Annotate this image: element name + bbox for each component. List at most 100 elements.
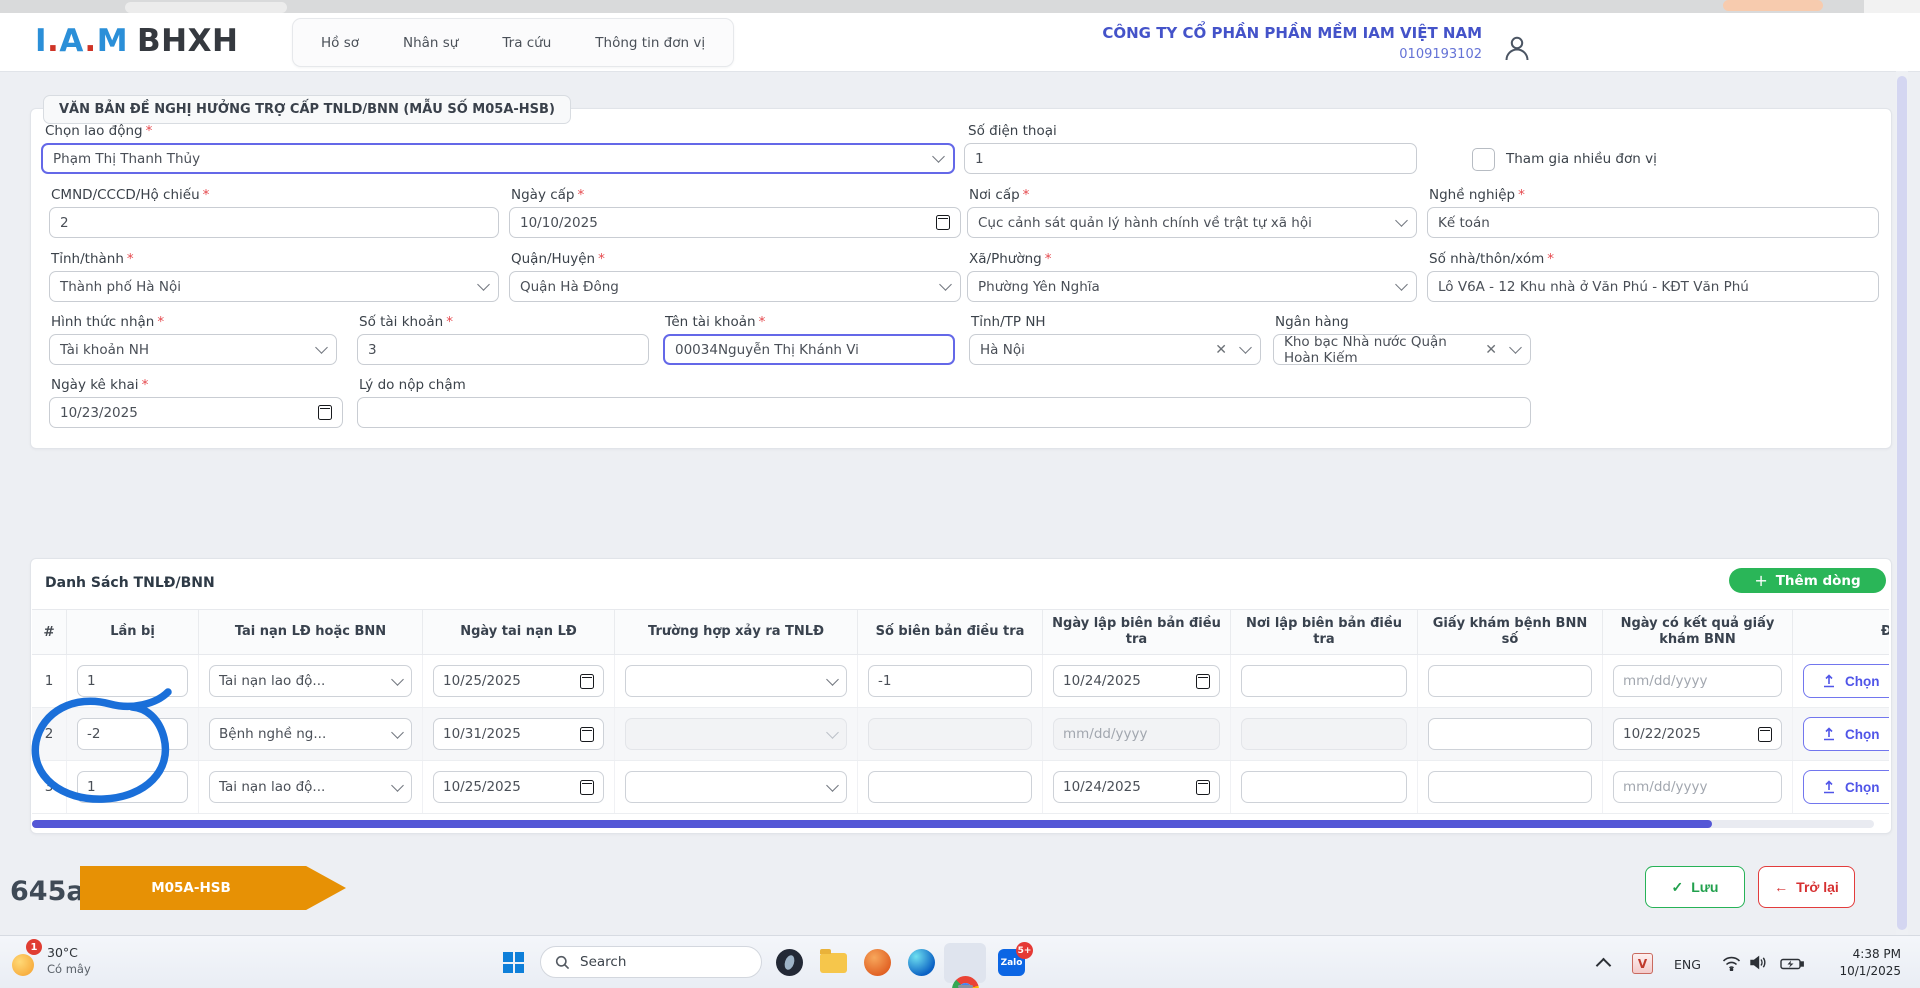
- giay-kham-input[interactable]: [1438, 779, 1582, 795]
- tinh-tp-nh-select[interactable]: Hà Nội ✕: [969, 334, 1261, 365]
- battery-charging-icon[interactable]: [1780, 958, 1804, 970]
- hinh-thuc-nhan-select[interactable]: Tài khoản NH: [49, 334, 337, 365]
- nav-ho-so[interactable]: Hồ sơ: [321, 35, 359, 51]
- weather-icon[interactable]: [12, 954, 34, 976]
- label-tinh-thanh: Tỉnh/thành *: [51, 251, 134, 267]
- weather-temperature[interactable]: 30°C: [47, 945, 78, 960]
- weather-description[interactable]: Có mây: [47, 962, 91, 976]
- loai-select[interactable]: Tai nạn lao độ...: [209, 771, 412, 803]
- plus-icon: +: [1754, 570, 1768, 590]
- tray-chevron-up-icon[interactable]: [1595, 957, 1612, 974]
- vietnamese-ime-icon[interactable]: V: [1632, 953, 1653, 974]
- loai-select[interactable]: Bệnh nghề ng...: [209, 718, 412, 750]
- quan-huyen-select[interactable]: Quận Hà Đông: [509, 271, 961, 302]
- noi-lap-input[interactable]: [1251, 673, 1397, 689]
- ten-tai-khoan-input[interactable]: [675, 341, 943, 358]
- calendar-icon[interactable]: [580, 779, 594, 795]
- giay-kham-input[interactable]: [1438, 673, 1582, 689]
- xa-phuong-select[interactable]: Phường Yên Nghĩa: [967, 271, 1417, 302]
- label-nghe-nghiep: Nghề nghiệp *: [1429, 187, 1525, 203]
- label-ngan-hang: Ngân hàng: [1275, 314, 1349, 330]
- browser-extension-pill: [1723, 0, 1823, 11]
- multi-unit-checkbox[interactable]: [1472, 148, 1495, 171]
- ngay-tai-nan-date[interactable]: 10/25/2025: [433, 771, 604, 803]
- taskbar: 1 30°C Có mây Search Zalo 5+ V ENG 4:38 …: [0, 935, 1920, 988]
- app-logo[interactable]: I.A.M BHXH: [35, 26, 238, 57]
- speaker-icon[interactable]: [1750, 955, 1767, 970]
- clear-icon[interactable]: ✕: [1215, 343, 1227, 357]
- nav-nhan-su[interactable]: Nhân sự: [403, 35, 458, 51]
- lan-bi-input[interactable]: [87, 779, 178, 795]
- nav-thong-tin-don-vi[interactable]: Thông tin đơn vị: [595, 35, 705, 51]
- ngay-tai-nan-date[interactable]: 10/31/2025: [433, 718, 604, 750]
- list-title: Danh Sách TNLĐ/BNN: [45, 575, 215, 591]
- calendar-icon[interactable]: [580, 673, 594, 689]
- back-button[interactable]: ← Trở lại: [1758, 866, 1855, 908]
- nav-tra-cuu[interactable]: Tra cứu: [502, 35, 551, 51]
- nghe-nghiep-input[interactable]: [1438, 214, 1868, 231]
- employee-select[interactable]: Phạm Thị Thanh Thủy: [41, 143, 955, 174]
- upload-file-button[interactable]: Chọn: [1803, 664, 1889, 698]
- ngay-ket-qua-date[interactable]: mm/dd/yyyy: [1613, 771, 1782, 803]
- edge-browser-icon[interactable]: [908, 949, 935, 976]
- lan-bi-input[interactable]: [87, 673, 178, 689]
- ngay-lap-date[interactable]: 10/24/2025: [1053, 771, 1220, 803]
- label-ngay-ke-khai: Ngày kê khai *: [51, 377, 149, 393]
- table-horizontal-scrollbar[interactable]: [32, 820, 1874, 828]
- ngan-hang-select[interactable]: Kho bạc Nhà nước Quận Hoàn Kiếm ✕: [1273, 334, 1531, 366]
- calendar-icon[interactable]: [936, 215, 950, 230]
- lan-bi-input-wrap: [77, 718, 188, 750]
- add-row-button[interactable]: + Thêm dòng: [1729, 568, 1886, 593]
- calendar-icon[interactable]: [318, 405, 332, 420]
- label-ngay-cap: Ngày cấp *: [511, 187, 585, 203]
- ngay-cap-date-input[interactable]: 10/10/2025: [509, 207, 961, 238]
- noi-lap-input[interactable]: [1251, 779, 1397, 795]
- ngay-lap-date[interactable]: 10/24/2025: [1053, 665, 1220, 697]
- so-tai-khoan-input[interactable]: [368, 341, 638, 358]
- loai-select[interactable]: Tai nạn lao độ...: [209, 665, 412, 697]
- cmnd-input[interactable]: [60, 214, 488, 231]
- lan-bi-input[interactable]: [87, 726, 178, 742]
- col-header-ngay-tai-nan: Ngày tai nạn LĐ: [422, 610, 614, 654]
- ngay-tai-nan-date[interactable]: 10/25/2025: [433, 665, 604, 697]
- calendar-icon[interactable]: [1196, 673, 1210, 689]
- calendar-icon[interactable]: [1196, 779, 1210, 795]
- giay-kham-input[interactable]: [1438, 726, 1582, 742]
- so-bien-ban-input[interactable]: [878, 779, 1022, 795]
- save-button[interactable]: ✓ Lưu: [1645, 866, 1745, 908]
- phone-input[interactable]: [975, 150, 1406, 167]
- page-scrollbar-thumb[interactable]: [1897, 76, 1907, 930]
- windows-start-button[interactable]: [503, 952, 524, 973]
- ngay-ket-qua-date[interactable]: mm/dd/yyyy: [1613, 665, 1782, 697]
- truong-hop-select[interactable]: [625, 665, 847, 697]
- upload-file-button[interactable]: Chọn: [1803, 717, 1889, 751]
- multi-unit-checkbox-label: Tham gia nhiều đơn vị: [1506, 151, 1657, 167]
- so-nha-input[interactable]: [1438, 278, 1868, 295]
- calendar-icon[interactable]: [1758, 726, 1772, 742]
- noi-lap-input-wrap: [1241, 771, 1407, 803]
- scrollbar-thumb[interactable]: [32, 820, 1712, 828]
- wifi-icon[interactable]: [1722, 956, 1741, 971]
- ngay-ke-khai-date-input[interactable]: 10/23/2025: [49, 397, 343, 428]
- ly-do-nop-cham-input[interactable]: [368, 404, 1520, 421]
- taskbar-app-orange-icon[interactable]: [864, 949, 891, 976]
- tinh-thanh-select[interactable]: Thành phố Hà Nội: [49, 271, 499, 302]
- label-tinh-tp-nh: Tỉnh/TP NH: [971, 314, 1046, 330]
- file-explorer-icon[interactable]: [820, 949, 847, 973]
- calendar-icon[interactable]: [580, 726, 594, 742]
- truong-hop-select[interactable]: [625, 771, 847, 803]
- language-indicator[interactable]: ENG: [1674, 957, 1701, 972]
- noi-cap-select[interactable]: Cục cảnh sát quản lý hành chính về trật …: [967, 207, 1417, 238]
- chevron-down-icon: [391, 778, 404, 792]
- ngay-ket-qua-date[interactable]: 10/22/2025: [1613, 718, 1782, 750]
- clear-icon[interactable]: ✕: [1485, 343, 1497, 357]
- taskbar-app-dark-icon[interactable]: [776, 949, 803, 976]
- col-header-noi-lap: Nơi lập biên bản điều tra: [1230, 610, 1417, 654]
- so-bien-ban-input[interactable]: [878, 673, 1022, 689]
- form-code-banner: M05A-HSB: [80, 866, 346, 910]
- col-header-stt: #: [43, 623, 55, 640]
- upload-file-button[interactable]: Chọn: [1803, 770, 1889, 804]
- user-account-icon[interactable]: [1502, 33, 1532, 67]
- clock[interactable]: 4:38 PM 10/1/2025: [1821, 946, 1901, 981]
- taskbar-search[interactable]: Search: [540, 946, 762, 978]
